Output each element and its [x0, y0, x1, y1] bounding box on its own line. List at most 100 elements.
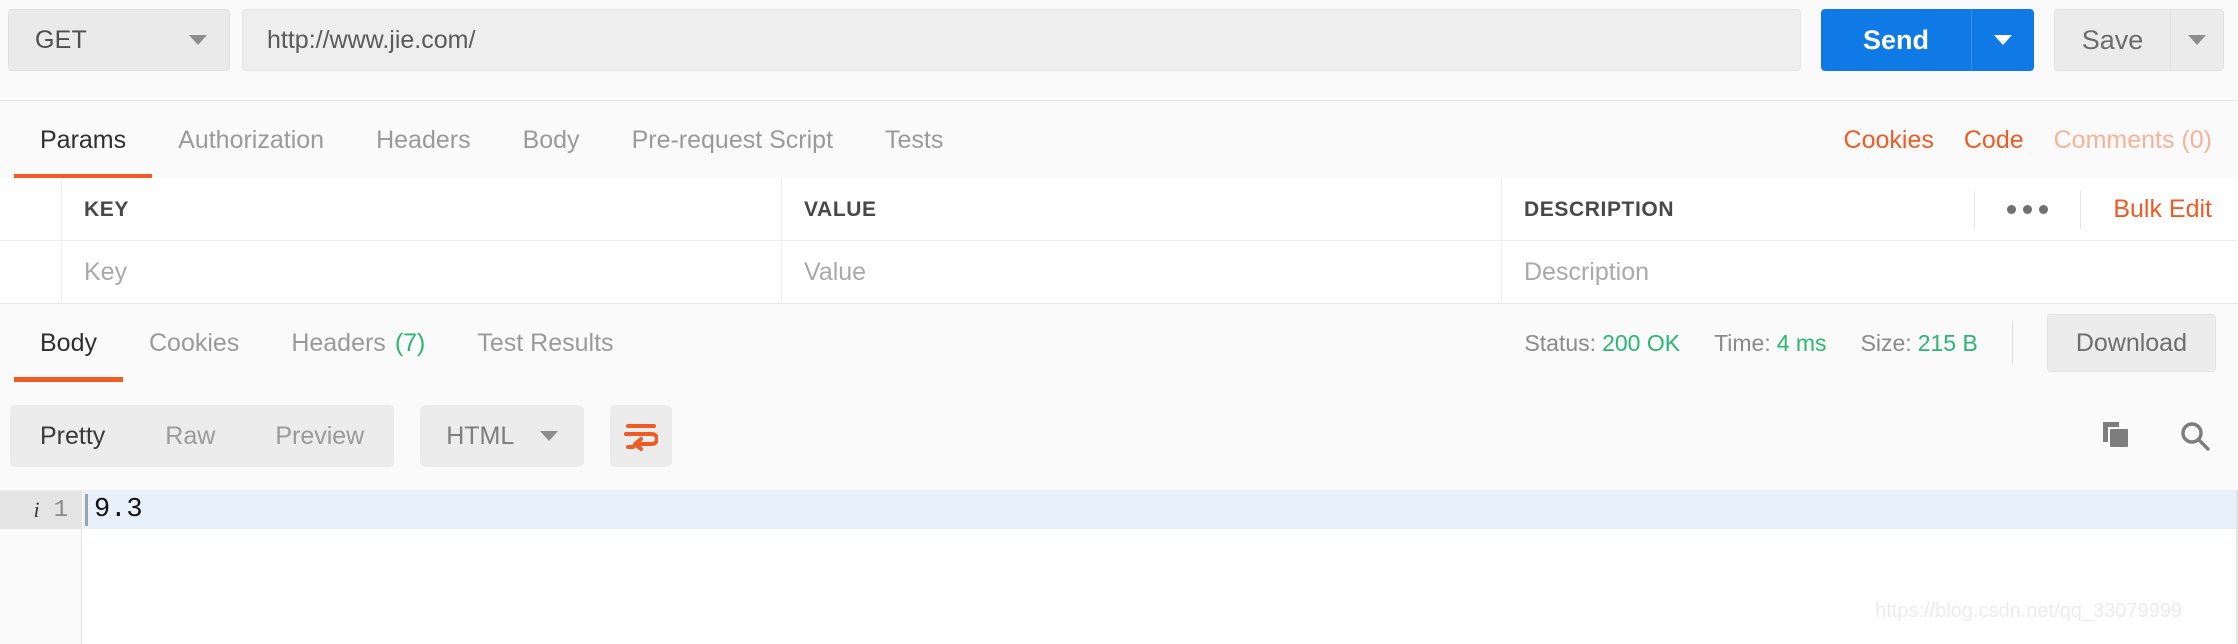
column-header-value: VALUE — [782, 178, 1502, 241]
tab-tests[interactable]: Tests — [859, 101, 969, 179]
status-label: Status: — [1524, 329, 1597, 356]
http-method-select[interactable]: GET — [8, 9, 230, 71]
chevron-down-icon — [1994, 35, 2012, 45]
response-body-text: 9.3 — [94, 495, 143, 525]
editor-active-line[interactable]: 9.3 — [83, 491, 2238, 529]
word-wrap-toggle[interactable] — [610, 405, 673, 467]
word-wrap-icon — [624, 424, 659, 451]
bulk-edit-button[interactable]: Bulk Edit — [2081, 195, 2216, 224]
save-button-group: Save — [2054, 9, 2224, 71]
tab-authorization[interactable]: Authorization — [152, 101, 350, 179]
chevron-down-icon — [2188, 35, 2206, 45]
tab-label: Cookies — [148, 328, 240, 357]
send-button[interactable]: Send — [1821, 9, 1971, 71]
param-key-input[interactable]: Key — [62, 241, 782, 304]
tab-test-results[interactable]: Test Results — [451, 304, 639, 382]
view-mode-segmented-control: Pretty Raw Preview — [10, 405, 395, 467]
time-value: 4 ms — [1776, 329, 1827, 356]
url-input[interactable]: http://www.jie.com/ — [242, 9, 1801, 71]
dot — [2039, 205, 2049, 214]
tab-response-cookies[interactable]: Cookies — [123, 304, 265, 382]
ellipsis-icon[interactable] — [1974, 190, 2082, 229]
tab-label: Body — [40, 328, 97, 357]
response-tab-bar: Body Cookies Headers (7) Test Results St… — [0, 304, 2238, 382]
line-number: 1 — [53, 496, 68, 524]
placeholder-text: Value — [804, 258, 867, 286]
cookies-link[interactable]: Cookies — [1844, 126, 1934, 155]
copy-button[interactable] — [2098, 419, 2132, 453]
column-header-key: KEY — [62, 178, 782, 241]
row-checkbox-cell[interactable] — [0, 241, 62, 304]
dot — [2023, 205, 2033, 214]
comments-link[interactable]: Comments (0) — [2054, 126, 2212, 155]
response-view-toolbar: Pretty Raw Preview HTML — [0, 382, 2238, 490]
tab-label: Tests — [885, 125, 944, 154]
language-select[interactable]: HTML — [420, 405, 585, 467]
text-cursor — [85, 494, 88, 526]
params-header-row: KEY VALUE DESCRIPTION Bulk Edit — [0, 178, 2238, 241]
language-label: HTML — [446, 421, 515, 450]
request-url-bar: GET http://www.jie.com/ Send Save — [0, 0, 2238, 80]
tab-response-body[interactable]: Body — [14, 304, 123, 382]
size-value: 215 B — [1917, 329, 1978, 356]
send-button-group: Send — [1821, 9, 2034, 71]
table-row: Key Value Description — [0, 241, 2238, 304]
http-method-label: GET — [35, 25, 87, 54]
save-button[interactable]: Save — [2054, 9, 2170, 71]
status-metric: Status: 200 OK — [1524, 330, 1680, 357]
download-button[interactable]: Download — [2046, 314, 2216, 372]
size-metric: Size: 215 B — [1861, 330, 1978, 357]
column-label: KEY — [84, 197, 129, 221]
column-header-description: DESCRIPTION Bulk Edit — [1502, 178, 2238, 241]
dot — [2007, 205, 2017, 214]
request-tablist: Params Authorization Headers Body Pre-re… — [0, 101, 969, 179]
response-tablist: Body Cookies Headers (7) Test Results — [0, 304, 640, 382]
response-metrics: Status: 200 OK Time: 4 ms Size: 215 B Downl… — [1524, 304, 2238, 382]
column-label: VALUE — [804, 197, 877, 221]
editor-gutter: i 1 — [0, 491, 82, 644]
info-icon: i — [33, 497, 40, 522]
tab-response-headers[interactable]: Headers (7) — [265, 304, 451, 382]
status-value: 200 OK — [1602, 329, 1681, 356]
tab-params[interactable]: Params — [14, 101, 153, 179]
tab-label: Headers — [291, 328, 386, 357]
time-metric: Time: 4 ms — [1714, 330, 1827, 357]
placeholder-text: Key — [84, 258, 128, 286]
save-options-button[interactable] — [2170, 9, 2224, 71]
params-tools: Bulk Edit — [1974, 190, 2216, 229]
search-icon — [2181, 422, 2210, 451]
view-mode-preview[interactable]: Preview — [245, 405, 394, 467]
tab-label: Pre-request Script — [631, 125, 834, 154]
send-options-button[interactable] — [1971, 9, 2034, 71]
view-mode-raw[interactable]: Raw — [135, 405, 245, 467]
response-body-editor[interactable]: i 1 9.3 https://blog.csdn.net/qq_3307999… — [0, 490, 2238, 644]
headers-count-badge: (7) — [394, 328, 426, 357]
select-all-cell — [0, 178, 62, 241]
response-body-actions — [2098, 419, 2212, 453]
watermark: https://blog.csdn.net/qq_33079999 — [1875, 600, 2182, 622]
tab-headers[interactable]: Headers — [350, 101, 497, 179]
postman-window: GET http://www.jie.com/ Send Save Params… — [0, 0, 2238, 644]
time-label: Time: — [1714, 329, 1771, 356]
tab-pre-request-script[interactable]: Pre-request Script — [606, 101, 859, 179]
search-button[interactable] — [2178, 419, 2212, 453]
code-link[interactable]: Code — [1964, 126, 2024, 155]
param-value-input[interactable]: Value — [782, 241, 1502, 304]
tab-label: Headers — [376, 125, 471, 154]
divider — [2011, 322, 2013, 364]
placeholder-text: Description — [1524, 258, 1650, 286]
copy-icon — [2103, 422, 2128, 447]
view-mode-pretty[interactable]: Pretty — [10, 405, 135, 467]
tab-label: Params — [40, 125, 127, 154]
params-table: KEY VALUE DESCRIPTION Bulk Edit Key Valu… — [0, 178, 2238, 304]
chevron-down-icon — [540, 431, 559, 441]
tab-body[interactable]: Body — [497, 101, 606, 179]
param-description-input[interactable]: Description — [1502, 241, 2238, 304]
tab-label: Test Results — [477, 328, 614, 357]
tab-label: Authorization — [178, 125, 325, 154]
request-action-links: Cookies Code Comments (0) — [1844, 101, 2238, 179]
tab-label: Body — [522, 125, 580, 154]
size-label: Size: — [1860, 329, 1912, 356]
chevron-down-icon — [189, 35, 207, 45]
request-tab-bar: Params Authorization Headers Body Pre-re… — [0, 100, 2238, 179]
